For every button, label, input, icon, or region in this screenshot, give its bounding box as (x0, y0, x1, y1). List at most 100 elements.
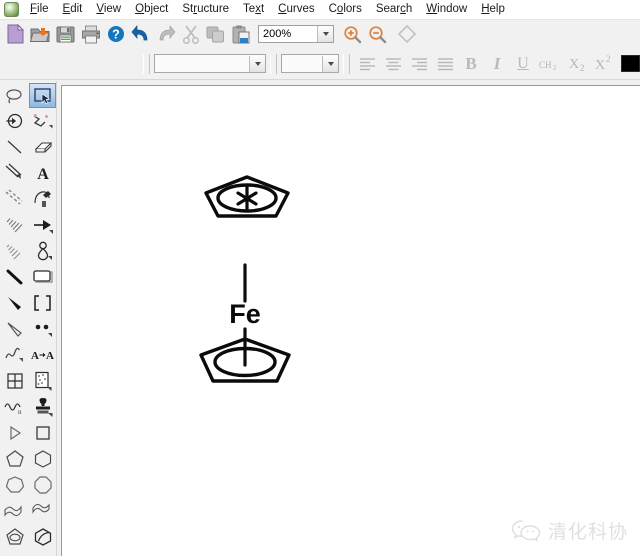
menu-item-edit[interactable]: Edit (56, 1, 90, 19)
menu-item-text[interactable]: Text (236, 1, 271, 19)
italic-icon: I (493, 53, 501, 73)
toolbar-gripper[interactable] (143, 53, 150, 74)
menu-item-window[interactable]: Window (419, 1, 474, 19)
superscript-button[interactable]: X 2 (592, 51, 618, 77)
rotate-shape-button[interactable] (394, 22, 419, 46)
dashed-bond-tool[interactable] (1, 186, 28, 211)
orbital-tool[interactable] (29, 238, 56, 263)
bold-bond-tool[interactable] (1, 264, 28, 289)
zoom-in-button[interactable] (340, 22, 365, 46)
align-center-button[interactable] (380, 51, 406, 77)
svg-text:2: 2 (580, 63, 585, 73)
zoom-out-button[interactable] (365, 22, 390, 46)
cyclopentadienyl-ring-top[interactable] (197, 171, 297, 228)
cut-button[interactable] (178, 22, 203, 46)
main-toolbar: ? 200% (0, 20, 640, 48)
svg-text:A: A (31, 350, 39, 362)
text-format-toolbar: B I U CH 2 X 2 X 2 (0, 48, 640, 80)
electron-pair-tool[interactable] (29, 316, 56, 341)
tool-palette: A A A n (0, 81, 57, 556)
arrow-tool[interactable] (29, 212, 56, 237)
watermark-text: 清化科协 (547, 521, 628, 543)
text-color-swatch[interactable] (621, 55, 640, 74)
chain-draw-tool[interactable] (29, 108, 56, 133)
solid-bond-tool[interactable] (1, 134, 28, 159)
squiggle-bond-tool[interactable] (1, 342, 28, 367)
hollow-wedge-tool[interactable] (1, 316, 28, 341)
cycloheptane-tool[interactable] (1, 472, 28, 497)
svg-text:CH: CH (539, 60, 552, 70)
cyclopentadienyl-tool[interactable] (1, 524, 28, 549)
chevron-down-icon[interactable] (322, 55, 338, 72)
svg-text:X: X (595, 58, 605, 73)
toolbar-gripper-2[interactable] (270, 53, 277, 74)
svg-text:A: A (46, 350, 54, 362)
italic-button[interactable]: I (484, 51, 510, 77)
chevron-down-icon[interactable] (317, 26, 333, 42)
marquee-select-tool[interactable] (29, 83, 56, 108)
bold-button[interactable]: B (458, 51, 484, 77)
svg-text:2: 2 (553, 64, 557, 71)
underline-button[interactable]: U (510, 51, 536, 77)
redo-button[interactable] (153, 22, 178, 46)
svg-text:A: A (37, 166, 49, 182)
align-right-button[interactable] (406, 51, 432, 77)
cyclohexane-tool[interactable] (29, 446, 56, 471)
zoom-level-combobox[interactable]: 200% (258, 25, 334, 43)
cyclooctane-tool[interactable] (29, 472, 56, 497)
lasso-select-tool[interactable] (1, 83, 28, 108)
formula-button[interactable]: CH 2 (536, 51, 566, 77)
ribbon-right-tool[interactable] (29, 498, 56, 523)
atom-charge-tool[interactable] (1, 108, 28, 133)
save-button[interactable] (53, 22, 78, 46)
menu-item-object[interactable]: Object (128, 1, 175, 19)
cyclohexane-chair-tool[interactable] (29, 524, 56, 549)
menu-item-file[interactable]: File (23, 1, 56, 19)
menu-item-search[interactable]: Search (369, 1, 419, 19)
menu-item-help[interactable]: Help (474, 1, 512, 19)
eraser-tool[interactable] (29, 134, 56, 159)
pen-lasso-tool[interactable] (29, 186, 56, 211)
template-tool[interactable] (29, 368, 56, 393)
watermark: 清化科协 (511, 517, 628, 544)
wedge-bond-tool[interactable] (1, 290, 28, 315)
cyclopentane-tool[interactable] (1, 446, 28, 471)
zoom-level-value: 200% (263, 28, 292, 40)
svg-text:n: n (18, 408, 22, 416)
rectangle-frame-tool[interactable] (29, 264, 56, 289)
ferrocene-half-bottom[interactable]: Fe (197, 261, 307, 396)
align-justify-button[interactable] (432, 51, 458, 77)
menu-item-curves[interactable]: Curves (271, 1, 321, 19)
chevron-down-icon[interactable] (249, 55, 265, 72)
polymer-chain-tool[interactable]: n (1, 394, 28, 419)
paste-button[interactable] (228, 22, 253, 46)
open-file-button[interactable] (28, 22, 53, 46)
hashed-bond-tool[interactable] (1, 238, 28, 263)
copy-button[interactable] (203, 22, 228, 46)
font-size-combobox[interactable] (281, 54, 339, 73)
underline-icon: U (517, 54, 529, 72)
menu-item-view[interactable]: View (89, 1, 128, 19)
hashed-wedge-tool[interactable] (1, 212, 28, 237)
fe-atom-label: Fe (229, 299, 261, 329)
font-name-combobox[interactable] (154, 54, 266, 73)
print-button[interactable] (78, 22, 103, 46)
square-tool[interactable] (29, 420, 56, 445)
toolbar-gripper-3[interactable] (343, 53, 350, 74)
help-button[interactable]: ? (103, 22, 128, 46)
subscript-button[interactable]: X 2 (566, 51, 592, 77)
atom-replace-tool[interactable]: A A (29, 342, 56, 367)
drawing-canvas[interactable]: Fe 清化科协 (61, 85, 640, 556)
new-document-button[interactable] (3, 22, 28, 46)
stamp-tool[interactable] (29, 394, 56, 419)
triangle-tool[interactable] (1, 420, 28, 445)
menu-item-colors[interactable]: Colors (322, 1, 369, 19)
table-tool[interactable] (1, 368, 28, 393)
menu-item-structure[interactable]: Structure (175, 1, 236, 19)
text-tool[interactable]: A (29, 160, 56, 185)
bracket-tool[interactable] (29, 290, 56, 315)
ribbon-left-tool[interactable] (1, 498, 28, 523)
undo-button[interactable] (128, 22, 153, 46)
align-left-button[interactable] (354, 51, 380, 77)
double-bond-tool[interactable] (1, 160, 28, 185)
